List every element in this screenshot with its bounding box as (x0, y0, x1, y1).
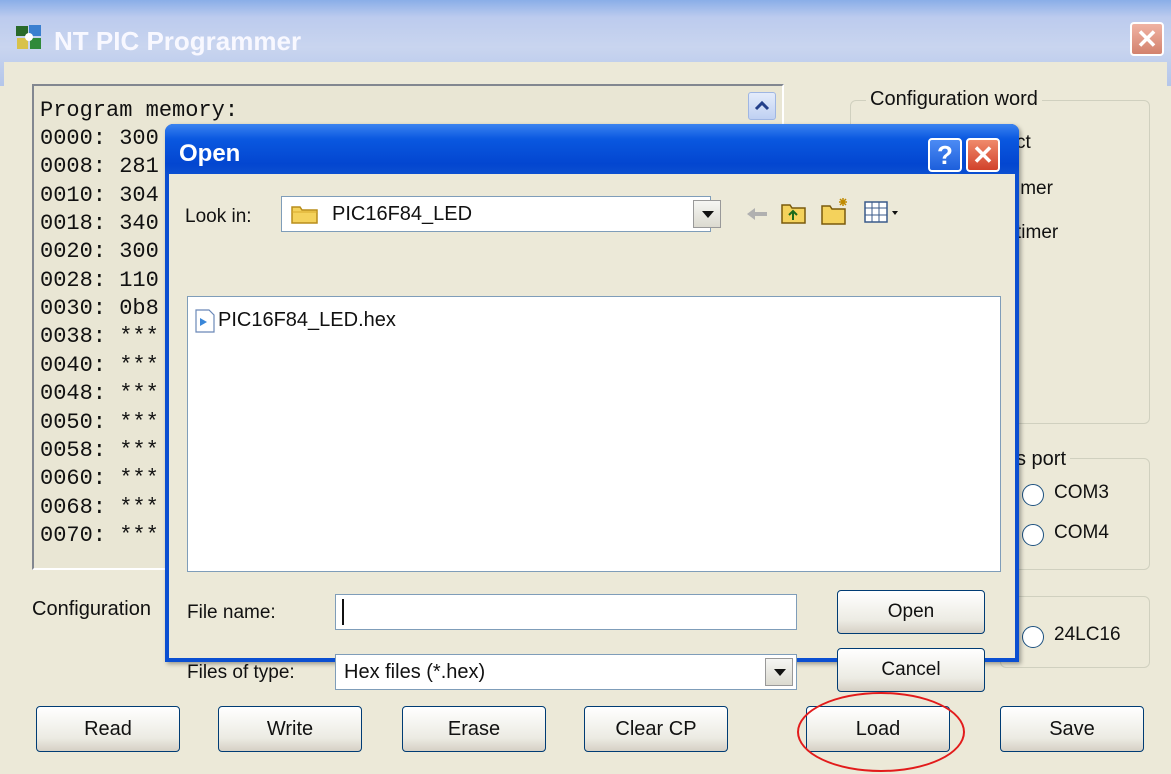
file-list[interactable]: PIC16F84_LED.hex (187, 296, 1001, 572)
file-name-label: File name: (187, 602, 276, 623)
program-memory-title: Program memory: (40, 98, 239, 123)
text-caret (342, 599, 344, 625)
open-dialog-titlebar[interactable]: Open ? ✕ (165, 124, 1019, 174)
memory-line: 0008: 281 (40, 154, 159, 179)
memory-line: 0040: *** (40, 353, 159, 378)
port-group (1000, 458, 1150, 570)
folder-icon (290, 202, 320, 232)
com3-label: COM3 (1054, 482, 1109, 503)
memory-line: 0050: *** (40, 410, 159, 435)
chevron-up-icon (754, 100, 770, 111)
configuration-word-legend: Configuration word (866, 88, 1042, 111)
read-button[interactable]: Read (36, 706, 180, 752)
com4-label: COM4 (1054, 522, 1109, 543)
dialog-close-button[interactable]: ✕ (966, 138, 1000, 172)
open-dialog-client: Look in: PIC16F84_LED PIC16F84_LED.hex F… (169, 174, 1015, 692)
erase-button[interactable]: Erase (402, 706, 546, 752)
memory-line: 0028: 110 (40, 268, 159, 293)
clear-cp-button[interactable]: Clear CP (584, 706, 728, 752)
chevron-down-icon (702, 211, 714, 218)
files-of-type-combo[interactable]: Hex files (*.hex) (335, 654, 797, 690)
back-icon[interactable] (743, 200, 771, 233)
files-of-type-label: Files of type: (187, 662, 295, 683)
write-button[interactable]: Write (218, 706, 362, 752)
scroll-up-button[interactable] (748, 92, 776, 120)
24lc16-radio[interactable] (1022, 626, 1044, 648)
file-name: PIC16F84_LED.hex (218, 309, 396, 331)
chevron-down-icon (774, 669, 786, 676)
memory-line: 0000: 300 (40, 126, 159, 151)
save-button[interactable]: Save (1000, 706, 1144, 752)
memory-line: 0010: 304 (40, 183, 159, 208)
config-option-label: timer (1016, 222, 1059, 243)
memory-line: 0060: *** (40, 466, 159, 491)
open-button[interactable]: Open (837, 590, 985, 634)
config-option-label: imer (1016, 178, 1053, 199)
new-folder-icon[interactable] (819, 196, 851, 233)
memory-line: 0020: 300 (40, 239, 159, 264)
view-menu-icon[interactable] (863, 198, 903, 231)
open-dialog-title: Open (179, 140, 241, 167)
memory-line: 0070: *** (40, 523, 159, 548)
open-dialog: Open ? ✕ Look in: PIC16F84_LED PIC16F84_… (165, 124, 1019, 692)
look-in-value: PIC16F84_LED (332, 203, 473, 225)
help-button[interactable]: ? (928, 138, 962, 172)
cancel-button[interactable]: Cancel (837, 648, 985, 692)
up-folder-icon[interactable] (779, 198, 809, 233)
port-legend: s port (1012, 448, 1071, 471)
memory-line: 0048: *** (40, 381, 159, 406)
memory-line: 0018: 340 (40, 211, 159, 236)
files-of-type-dropdown-button[interactable] (765, 658, 793, 686)
memory-line: 0058: *** (40, 438, 159, 463)
hex-file-icon (194, 309, 216, 338)
memory-line: 0068: *** (40, 495, 159, 520)
look-in-combo[interactable]: PIC16F84_LED (281, 196, 711, 232)
window-close-button[interactable]: ✕ (1130, 22, 1164, 56)
com3-radio[interactable] (1022, 484, 1044, 506)
look-in-label: Look in: (185, 206, 252, 227)
memory-line: 0038: *** (40, 324, 159, 349)
load-highlight-circle (797, 692, 965, 772)
files-of-type-value: Hex files (*.hex) (344, 661, 486, 683)
app-icon (14, 22, 44, 52)
file-name-input[interactable] (335, 594, 797, 630)
look-in-dropdown-button[interactable] (693, 200, 721, 228)
configuration-label: Configuration (32, 598, 151, 620)
24lc16-label: 24LC16 (1054, 624, 1121, 645)
memory-line: 0030: 0b8 (40, 296, 159, 321)
window-title: NT PIC Programmer (54, 26, 302, 56)
com4-radio[interactable] (1022, 524, 1044, 546)
